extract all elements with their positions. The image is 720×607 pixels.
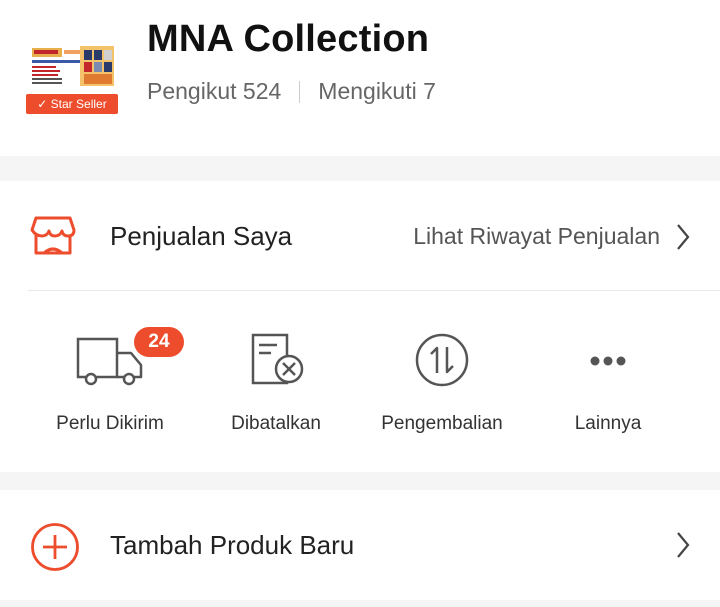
shop-logo-image	[30, 44, 116, 88]
shop-profile-header: ✓ Star Seller MNA Collection Pengikut 52…	[0, 0, 720, 156]
my-sales-title: Penjualan Saya	[110, 221, 293, 251]
shop-avatar[interactable]: ✓ Star Seller	[26, 44, 120, 116]
star-seller-badge: ✓ Star Seller	[26, 94, 118, 114]
add-product-row[interactable]: Tambah Produk Baru	[0, 490, 720, 600]
chevron-right-icon	[677, 532, 690, 558]
shop-name: MNA Collection	[147, 18, 430, 60]
shortcut-lainnya[interactable]: Lainnya	[518, 291, 698, 472]
chevron-right-icon	[677, 224, 690, 250]
follow-stats: Pengikut 524 Mengikuti 7	[147, 78, 436, 105]
shortcut-label: Lainnya	[574, 413, 642, 434]
shortcut-perlu-dikirim[interactable]: 24 Perlu Dikirim	[20, 291, 200, 472]
add-product-title: Tambah Produk Baru	[110, 530, 355, 560]
my-sales-row[interactable]: Penjualan Saya Lihat Riwayat Penjualan	[0, 181, 720, 290]
shop-icon	[30, 216, 76, 255]
to-ship-count-badge: 24	[134, 327, 184, 357]
shortcut-dibatalkan[interactable]: Dibatalkan	[186, 291, 366, 472]
shortcut-label: Perlu Dikirim	[56, 413, 164, 434]
stats-divider	[299, 80, 301, 103]
cancelled-document-icon	[251, 333, 304, 385]
followers-count[interactable]: Pengikut 524	[147, 78, 281, 105]
add-circle-icon	[31, 523, 79, 571]
following-count[interactable]: Mengikuti 7	[318, 78, 436, 105]
sales-history-link[interactable]: Lihat Riwayat Penjualan	[413, 223, 660, 250]
return-arrows-icon	[415, 333, 469, 387]
more-dots-icon	[590, 356, 626, 366]
shortcut-label: Pengembalian	[381, 413, 503, 434]
my-sales-card: Penjualan Saya Lihat Riwayat Penjualan 2…	[0, 181, 720, 472]
sales-status-shortcuts: 24 Perlu Dikirim Dibatalkan Pengembalian	[0, 291, 720, 472]
shortcut-pengembalian[interactable]: Pengembalian	[352, 291, 532, 472]
shortcut-label: Dibatalkan	[231, 413, 321, 434]
